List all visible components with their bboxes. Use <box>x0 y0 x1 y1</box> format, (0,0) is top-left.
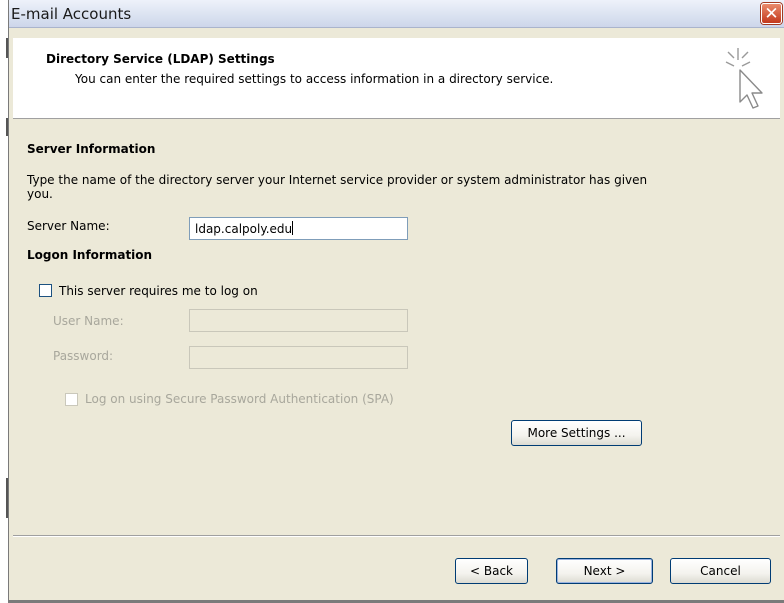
server-name-input[interactable]: ldap.calpoly.edu <box>189 217 408 240</box>
back-button[interactable]: < Back <box>455 558 528 584</box>
server-name-label: Server Name: <box>27 219 110 233</box>
background-strip <box>0 0 8 603</box>
user-name-label: User Name: <box>53 314 124 328</box>
password-input[interactable] <box>189 346 408 369</box>
cancel-button[interactable]: Cancel <box>670 558 771 584</box>
server-info-heading: Server Information <box>27 142 156 156</box>
next-button[interactable]: Next > <box>556 558 653 584</box>
more-settings-button[interactable]: More Settings ... <box>511 420 642 446</box>
title-bar[interactable]: E-mail Accounts ✕ <box>9 0 784 28</box>
logon-info-heading: Logon Information <box>27 248 153 262</box>
text-caret <box>292 221 294 235</box>
header-title: Directory Service (LDAP) Settings <box>46 52 275 66</box>
requires-logon-checkbox[interactable] <box>39 284 52 297</box>
header-subtitle: You can enter the required settings to a… <box>75 72 554 86</box>
spa-label[interactable]: Log on using Secure Password Authenticat… <box>85 392 394 406</box>
footer-divider <box>13 535 780 537</box>
user-name-input[interactable] <box>189 309 408 332</box>
close-button[interactable]: ✕ <box>761 3 782 24</box>
password-label: Password: <box>53 349 114 363</box>
server-info-description: Type the name of the directory server yo… <box>27 173 648 201</box>
close-icon: ✕ <box>764 4 779 24</box>
spa-checkbox[interactable] <box>65 393 78 406</box>
dialog-header: Directory Service (LDAP) Settings You ca… <box>13 38 780 119</box>
requires-logon-label[interactable]: This server requires me to log on <box>59 284 258 298</box>
window-title: E-mail Accounts <box>11 5 132 23</box>
cursor-sparkle-icon <box>725 48 763 109</box>
server-name-value: ldap.calpoly.edu <box>195 222 293 236</box>
email-accounts-dialog: E-mail Accounts ✕ Directory Service (LDA… <box>8 0 784 603</box>
